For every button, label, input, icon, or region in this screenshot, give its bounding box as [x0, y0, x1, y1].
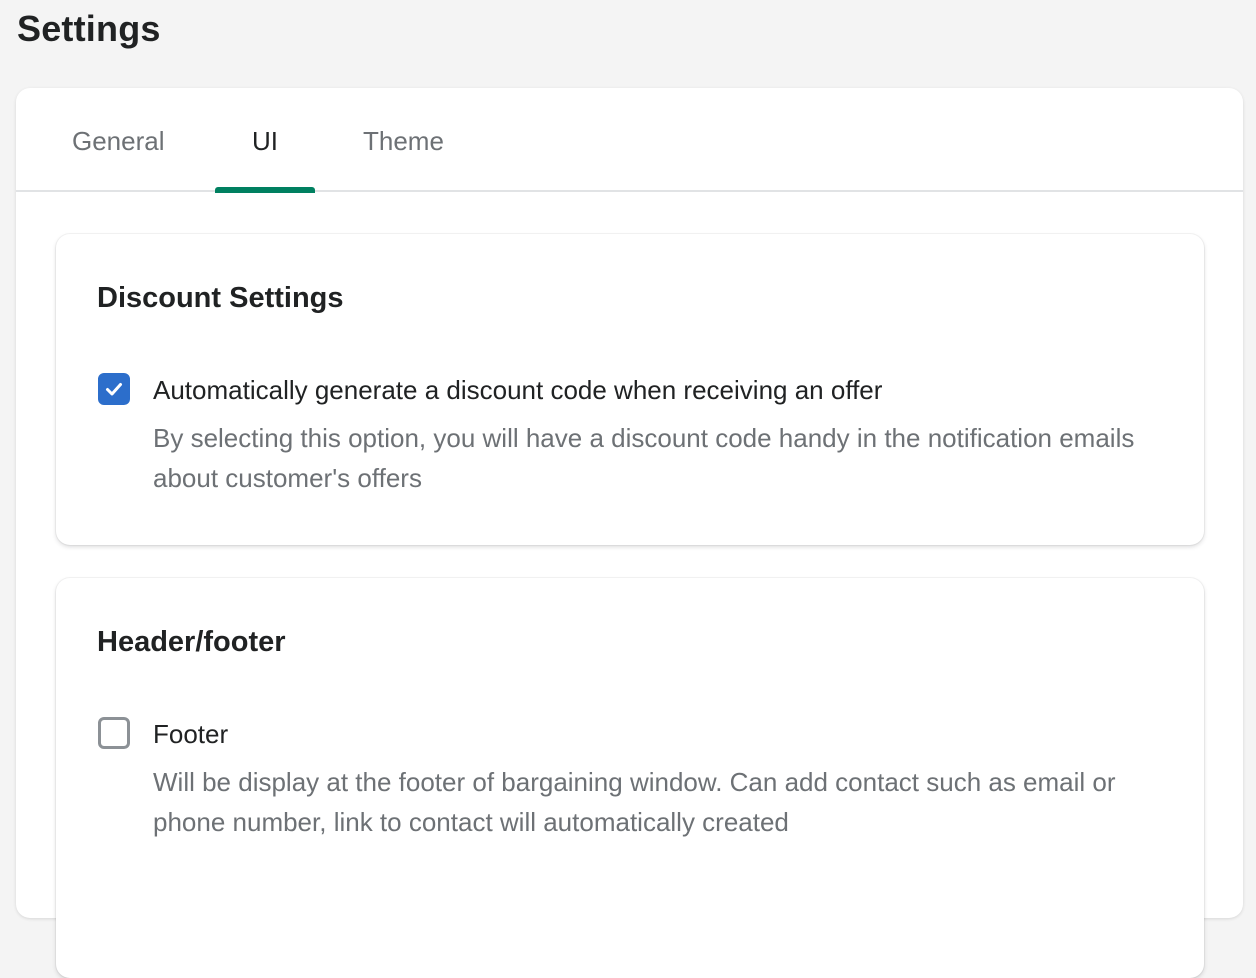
auto-discount-label[interactable]: Automatically generate a discount code w… [153, 375, 882, 406]
checkmark-icon [106, 383, 122, 396]
tab-ui[interactable]: UI [252, 126, 278, 157]
footer-help-text: Will be display at the footer of bargain… [153, 767, 1116, 837]
header-footer-title: Header/footer [97, 626, 286, 658]
auto-discount-help-text: By selecting this option, you will have … [153, 423, 1135, 493]
footer-checkbox[interactable] [98, 717, 130, 749]
tab-bar: General UI Theme [16, 88, 1243, 193]
auto-discount-checkbox[interactable] [98, 373, 130, 405]
tab-general[interactable]: General [72, 126, 165, 157]
page-title: Settings [17, 8, 161, 49]
discount-settings-title: Discount Settings [97, 282, 344, 314]
tab-theme[interactable]: Theme [363, 126, 444, 157]
settings-card: General UI Theme Discount Settings Autom… [16, 88, 1243, 978]
footer-label[interactable]: Footer [153, 719, 228, 750]
header-footer-card: Header/footer Footer Will be display at … [56, 578, 1204, 978]
discount-settings-card: Discount Settings Automatically generate… [56, 234, 1204, 545]
active-tab-indicator [215, 187, 315, 193]
